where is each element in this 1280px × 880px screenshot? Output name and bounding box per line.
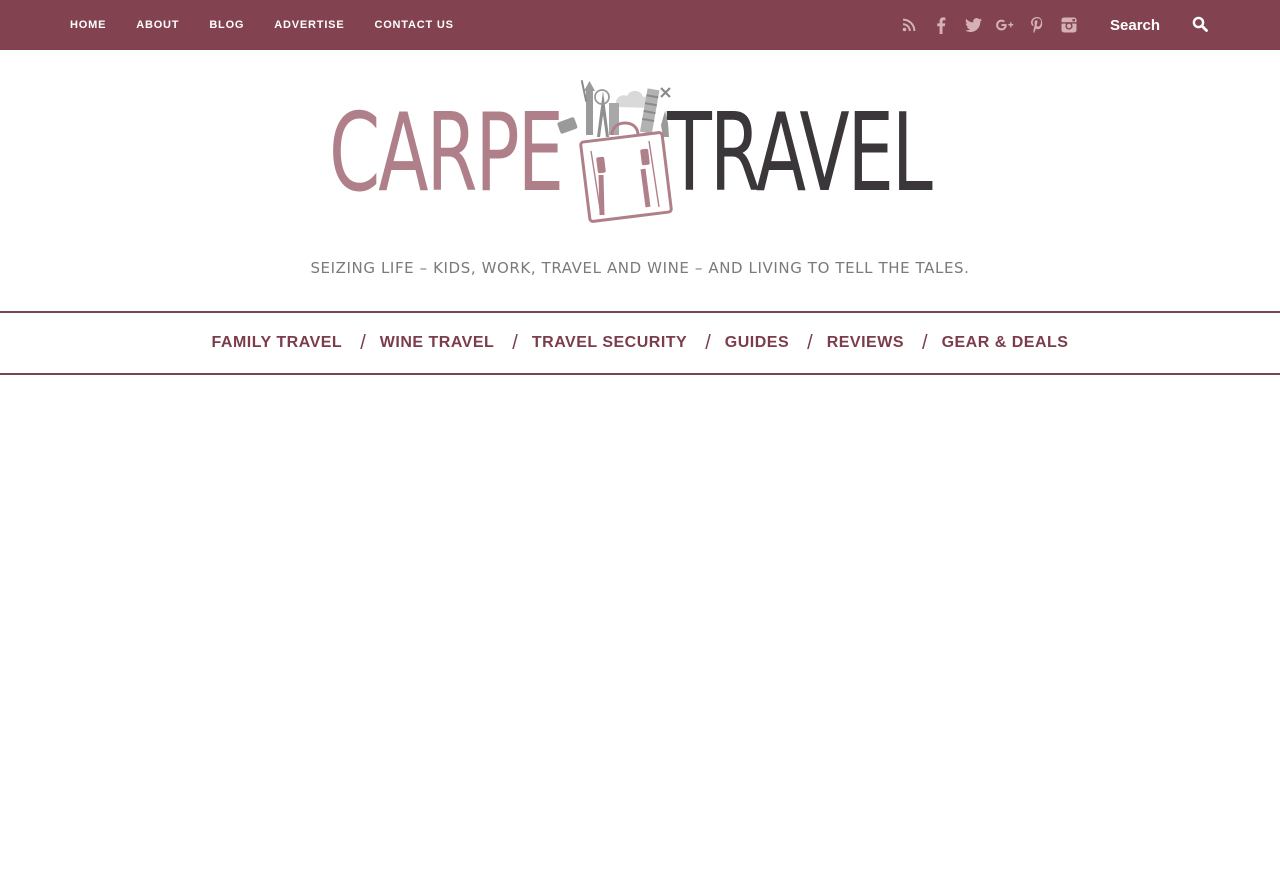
pinterest-icon[interactable]	[1028, 14, 1046, 36]
search-icon[interactable]	[1192, 16, 1210, 34]
top-nav-blog[interactable]: BLOG	[209, 19, 244, 31]
nav-separator: /	[360, 331, 366, 354]
nav-separator: /	[807, 331, 813, 354]
category-reviews[interactable]: REVIEWS	[827, 334, 904, 352]
logo-word-carpe: CARPE	[329, 91, 564, 216]
nav-separator: /	[705, 331, 711, 354]
category-nav: FAMILY TRAVEL / WINE TRAVEL / TRAVEL SEC…	[0, 311, 1280, 375]
twitter-icon[interactable]	[964, 14, 982, 36]
rss-icon[interactable]	[900, 14, 918, 36]
social-links	[900, 14, 1092, 36]
instagram-icon[interactable]	[1060, 14, 1078, 36]
category-gear-deals[interactable]: GEAR & DEALS	[942, 334, 1069, 352]
facebook-icon[interactable]	[932, 14, 950, 36]
top-nav-home[interactable]: HOME	[70, 19, 106, 31]
search-input[interactable]	[1110, 13, 1190, 37]
suitcase-landmarks-icon	[557, 80, 673, 223]
top-nav: HOME ABOUT BLOG ADVERTISE CONTACT US	[70, 0, 484, 50]
google-plus-icon[interactable]	[996, 14, 1014, 36]
category-guides[interactable]: GUIDES	[725, 334, 789, 352]
category-family-travel[interactable]: FAMILY TRAVEL	[212, 334, 343, 352]
logo-word-travel: TRAVEL	[667, 91, 933, 216]
site-tagline: SEIZING LIFE – KIDS, WORK, TRAVEL AND WI…	[310, 259, 970, 277]
search-box	[1110, 13, 1220, 37]
nav-separator: /	[922, 331, 928, 354]
top-nav-contact-us[interactable]: CONTACT US	[374, 19, 453, 31]
top-nav-advertise[interactable]: ADVERTISE	[274, 19, 344, 31]
site-logo[interactable]: CARPE TRAVEL	[325, 75, 965, 225]
top-bar: HOME ABOUT BLOG ADVERTISE CONTACT US	[0, 0, 1280, 50]
category-travel-security[interactable]: TRAVEL SECURITY	[532, 334, 687, 352]
top-nav-about[interactable]: ABOUT	[136, 19, 179, 31]
nav-separator: /	[512, 331, 518, 354]
category-wine-travel[interactable]: WINE TRAVEL	[380, 334, 495, 352]
